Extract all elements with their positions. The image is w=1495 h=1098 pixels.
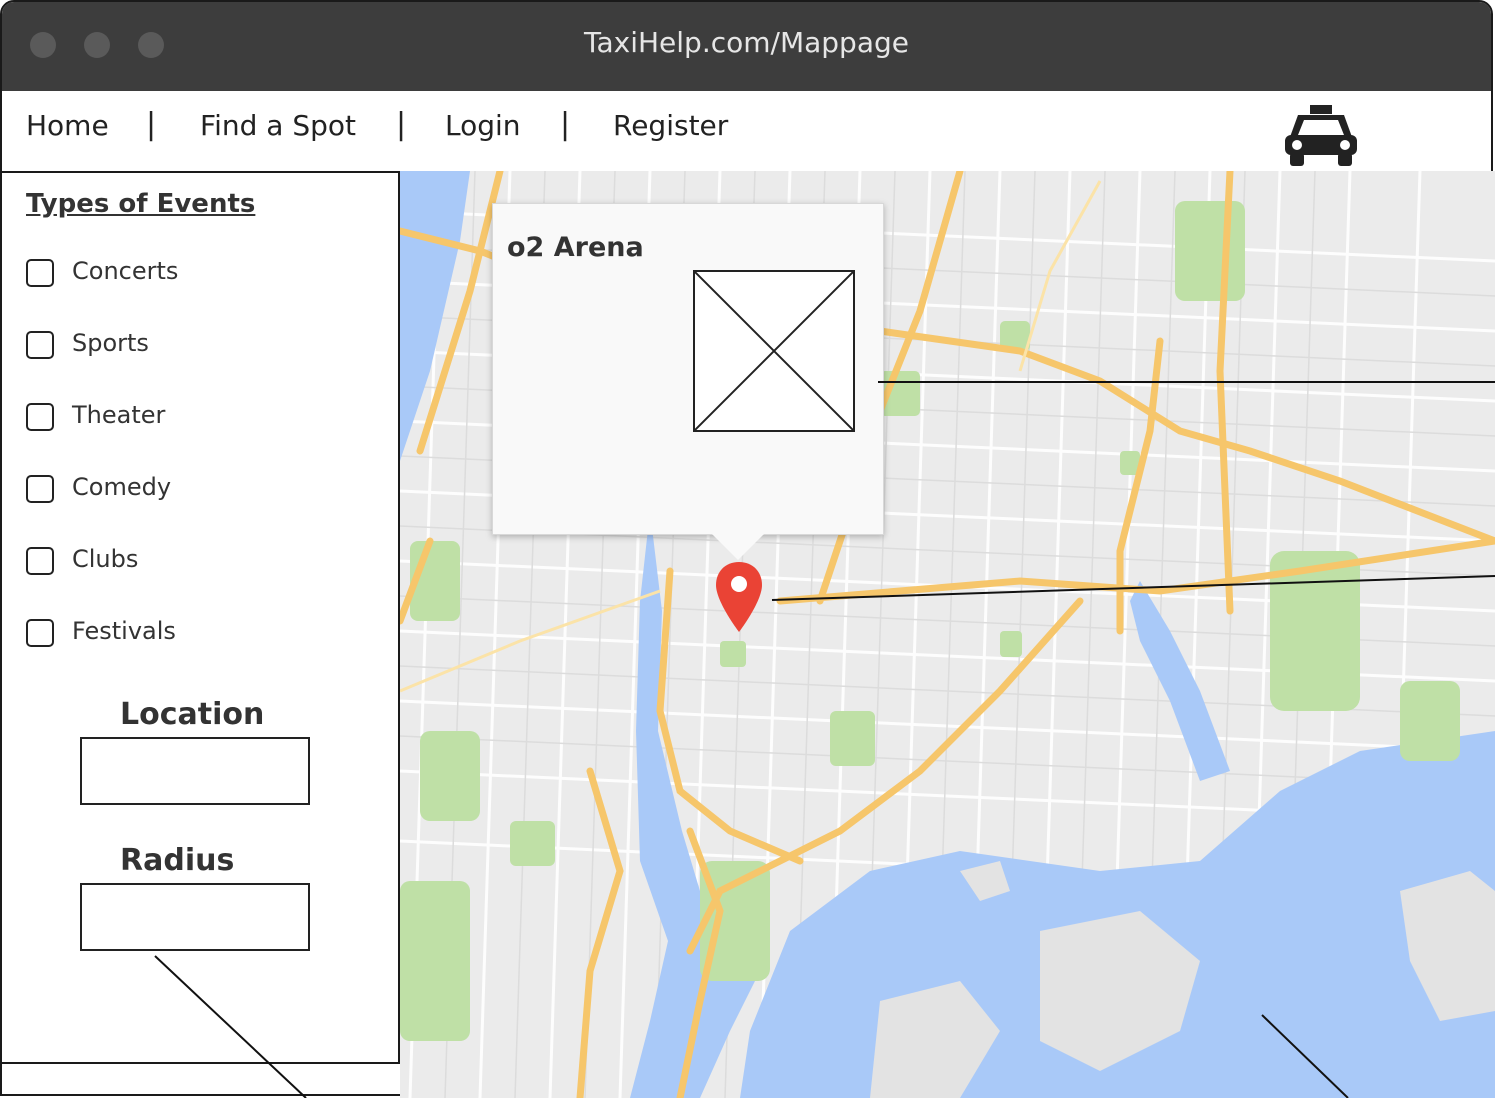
nav-separator: | (396, 107, 407, 142)
checkbox-concerts[interactable] (26, 259, 54, 287)
venue-popup[interactable]: o2 Arena (492, 203, 884, 535)
nav-bar: Home | Find a Spot | Login | Register (2, 91, 1491, 173)
checkbox-label: Comedy (72, 473, 172, 501)
checkbox-label: Concerts (72, 257, 179, 285)
event-filter-sidebar: Types of Events Concerts Sports Theater … (0, 171, 400, 1064)
event-types-heading: Types of Events (26, 189, 256, 219)
checkbox-label: Theater (72, 401, 166, 429)
radius-input[interactable] (80, 883, 310, 951)
nav-login-link[interactable]: Login (445, 109, 521, 142)
nav-separator: | (146, 107, 157, 142)
location-input[interactable] (80, 737, 310, 805)
checkbox-comedy[interactable] (26, 475, 54, 503)
location-label: Location (120, 697, 265, 732)
checkbox-label: Sports (72, 329, 149, 357)
radius-label: Radius (120, 843, 235, 878)
checkbox-label: Clubs (72, 545, 139, 573)
image-placeholder-icon (693, 270, 855, 432)
page-url: TaxiHelp.com/Mappage (584, 26, 909, 59)
title-bar: TaxiHelp.com/Mappage (2, 2, 1491, 91)
checkbox-sports[interactable] (26, 331, 54, 359)
venue-name: o2 Arena (507, 232, 644, 263)
nav-register-link[interactable]: Register (613, 109, 728, 142)
checkbox-festivals[interactable] (26, 619, 54, 647)
taxi-icon (1285, 105, 1357, 166)
map-pin-icon[interactable] (714, 560, 764, 634)
checkbox-label: Festivals (72, 617, 176, 645)
checkbox-theater[interactable] (26, 403, 54, 431)
nav-home-link[interactable]: Home (26, 109, 109, 142)
nav-separator: | (560, 107, 571, 142)
popup-pointer (710, 532, 766, 560)
nav-find-spot-link[interactable]: Find a Spot (200, 109, 356, 142)
checkbox-clubs[interactable] (26, 547, 54, 575)
